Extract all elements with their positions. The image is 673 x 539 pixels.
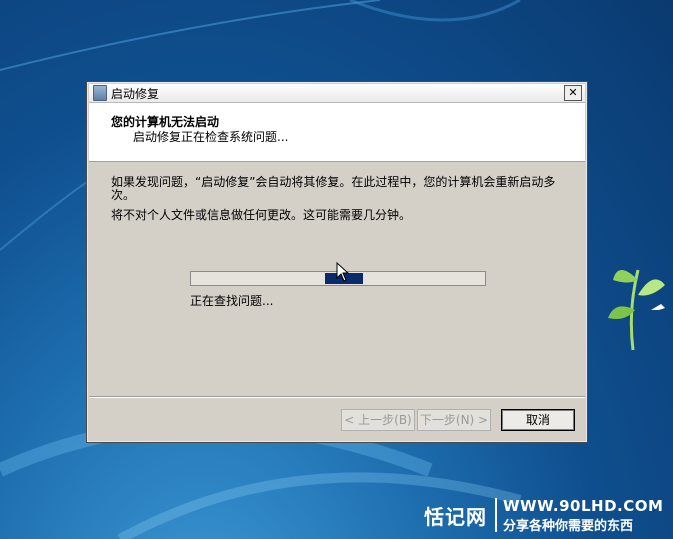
watermark-slogan: 分享各种你需要的东西 — [503, 518, 634, 534]
window-title: 启动修复 — [111, 86, 160, 101]
watermark-brand: 恬记网 — [424, 504, 487, 529]
info-paragraph-1: 如果发现问题，“启动修复”会自动将其修复。在此过程中，您的计算机会重新启动多次。 — [111, 175, 556, 202]
cancel-button[interactable]: 取消 — [501, 409, 575, 431]
next-button[interactable]: 下一步(N) > — [417, 409, 491, 431]
watermark-divider — [495, 498, 497, 532]
close-icon[interactable]: ✕ — [564, 85, 582, 101]
site-watermark: 恬记网 WWW.90LHD.COM 分享各种你需要的东西 — [424, 491, 673, 539]
info-paragraph-2: 将不对个人文件或信息做任何更改。这可能需要几分钟。 — [111, 208, 412, 222]
divider — [89, 396, 585, 398]
startup-repair-icon — [93, 85, 107, 101]
back-button[interactable]: < 上一步(B) — [341, 409, 415, 431]
watermark-url: WWW.90LHD.COM — [503, 496, 664, 515]
page-subtitle: 启动修复正在检查系统问题... — [133, 130, 289, 144]
mouse-pointer-icon — [336, 262, 350, 282]
title-bar: 启动修复 ✕ — [89, 84, 585, 103]
progress-status: 正在查找问题... — [190, 294, 274, 308]
desktop-plant-bird-icon — [608, 269, 665, 351]
dialog-header: 您的计算机无法启动 启动修复正在检查系统问题... — [89, 103, 585, 162]
